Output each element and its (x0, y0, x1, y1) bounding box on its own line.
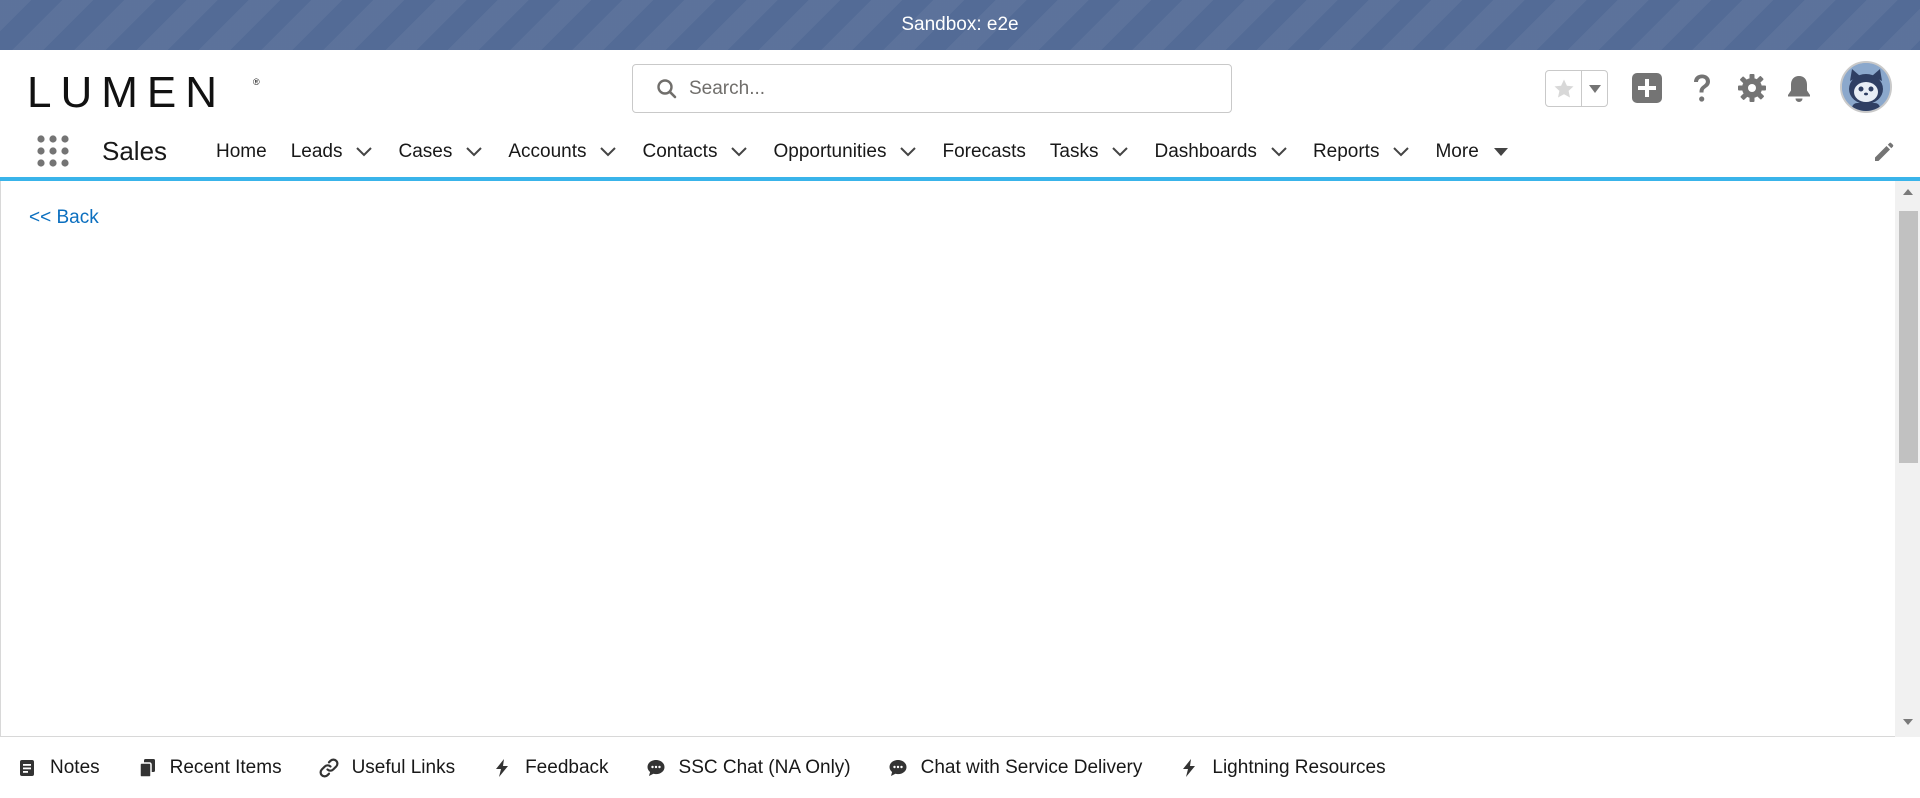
lumen-logo[interactable]: LUMEN ® (27, 71, 262, 113)
search-input[interactable] (689, 77, 1209, 100)
setup-gear-icon (1738, 74, 1766, 102)
chevron-down-icon[interactable] (898, 142, 918, 162)
tab-label: Reports (1312, 141, 1380, 162)
chevron-down-icon[interactable] (598, 142, 618, 162)
app-launcher-icon[interactable] (36, 134, 70, 168)
scroll-down-arrow-icon[interactable] (1895, 717, 1920, 731)
chevron-down-icon[interactable] (1391, 142, 1411, 162)
tab-label: Leads (290, 141, 343, 162)
scroll-up-arrow-icon[interactable] (1895, 187, 1920, 201)
notes-icon (16, 757, 38, 779)
help-icon (1694, 74, 1710, 102)
utility-label: Recent Items (169, 756, 282, 778)
utility-label: Chat with Service Delivery (920, 756, 1143, 778)
global-actions-button[interactable] (1630, 71, 1664, 105)
tab-label: Forecasts (942, 141, 1026, 162)
user-avatar[interactable] (1840, 61, 1892, 113)
app-nav-bar: Sales Home Leads Cases Accounts Contacts… (0, 127, 1920, 181)
sandbox-label: Sandbox: e2e (901, 14, 1019, 35)
tab-label: Dashboards (1154, 141, 1257, 162)
chevron-down-icon[interactable] (1269, 142, 1289, 162)
app-name: Sales (102, 136, 168, 166)
tab-label: Accounts (508, 141, 587, 162)
tab-label: Opportunities (773, 141, 887, 162)
add-icon (1632, 73, 1662, 103)
utility-label: Useful Links (351, 756, 456, 778)
global-header: LUMEN ® (0, 50, 1920, 127)
caret-down-icon[interactable] (1491, 142, 1511, 162)
chat-icon (887, 757, 909, 779)
utility-label: Lightning Resources (1212, 756, 1386, 778)
utility-item-useful-links[interactable]: Useful Links (318, 756, 456, 779)
nav-items: Home Leads Cases Accounts Contacts Oppor… (204, 127, 1523, 177)
lightning-icon (491, 757, 513, 779)
chevron-down-icon[interactable] (729, 142, 749, 162)
global-search[interactable] (632, 64, 1232, 113)
utility-item-recent-items[interactable]: Recent Items (136, 757, 282, 779)
chat-icon (645, 757, 667, 779)
search-icon (657, 78, 677, 98)
scrollbar-thumb[interactable] (1899, 211, 1918, 463)
chevron-down-icon (1588, 84, 1601, 93)
notifications-button[interactable] (1782, 71, 1816, 105)
tab-tasks[interactable]: Tasks (1038, 127, 1143, 177)
utility-bar: Notes Recent Items Useful Links Feedback (0, 737, 1920, 798)
chevron-down-icon[interactable] (1110, 142, 1130, 162)
favorites-menu-button[interactable] (1582, 71, 1607, 106)
tab-label: Contacts (642, 141, 718, 162)
tab-more[interactable]: More (1423, 127, 1522, 177)
notification-bell-icon (1788, 76, 1810, 102)
link-icon (318, 757, 340, 779)
tab-opportunities[interactable]: Opportunities (761, 127, 930, 177)
tab-reports[interactable]: Reports (1301, 127, 1424, 177)
back-link[interactable]: << Back (29, 207, 99, 229)
tab-leads[interactable]: Leads (279, 127, 387, 177)
utility-item-lightning-resources[interactable]: Lightning Resources (1178, 756, 1386, 779)
utility-item-notes[interactable]: Notes (16, 757, 100, 779)
tab-cases[interactable]: Cases (386, 127, 496, 177)
tab-label: Cases (398, 141, 453, 162)
chevron-down-icon[interactable] (464, 142, 484, 162)
sandbox-banner: Sandbox: e2e (0, 0, 1920, 50)
tab-dashboards[interactable]: Dashboards (1142, 127, 1300, 177)
tab-label: More (1435, 141, 1479, 162)
tab-contacts[interactable]: Contacts (630, 127, 761, 177)
svg-text:LUMEN: LUMEN (27, 71, 226, 113)
utility-item-feedback[interactable]: Feedback (491, 756, 609, 779)
favorites-group (1545, 70, 1608, 107)
recent-items-icon (136, 757, 158, 779)
utility-item-chat-service-delivery[interactable]: Chat with Service Delivery (887, 756, 1143, 779)
vertical-scrollbar[interactable] (1895, 181, 1920, 737)
tab-home[interactable]: Home (204, 127, 279, 177)
tab-accounts[interactable]: Accounts (496, 127, 630, 177)
main-content: << Back (0, 181, 1920, 737)
edit-nav-pencil-icon[interactable] (1872, 142, 1894, 164)
help-button[interactable] (1685, 71, 1719, 105)
setup-button[interactable] (1735, 71, 1769, 105)
utility-label: SSC Chat (NA Only) (678, 756, 851, 778)
tab-forecasts[interactable]: Forecasts (930, 127, 1037, 177)
tab-label: Tasks (1049, 141, 1099, 162)
svg-text:®: ® (253, 77, 260, 87)
chevron-down-icon[interactable] (354, 142, 374, 162)
utility-label: Feedback (525, 756, 609, 778)
star-icon (1554, 79, 1574, 97)
favorites-button[interactable] (1546, 71, 1583, 106)
utility-item-ssc-chat[interactable]: SSC Chat (NA Only) (645, 757, 851, 779)
lightning-icon (1178, 757, 1200, 779)
tab-label: Home (216, 141, 267, 162)
utility-label: Notes (50, 756, 100, 778)
avatar-icon (1842, 63, 1890, 111)
